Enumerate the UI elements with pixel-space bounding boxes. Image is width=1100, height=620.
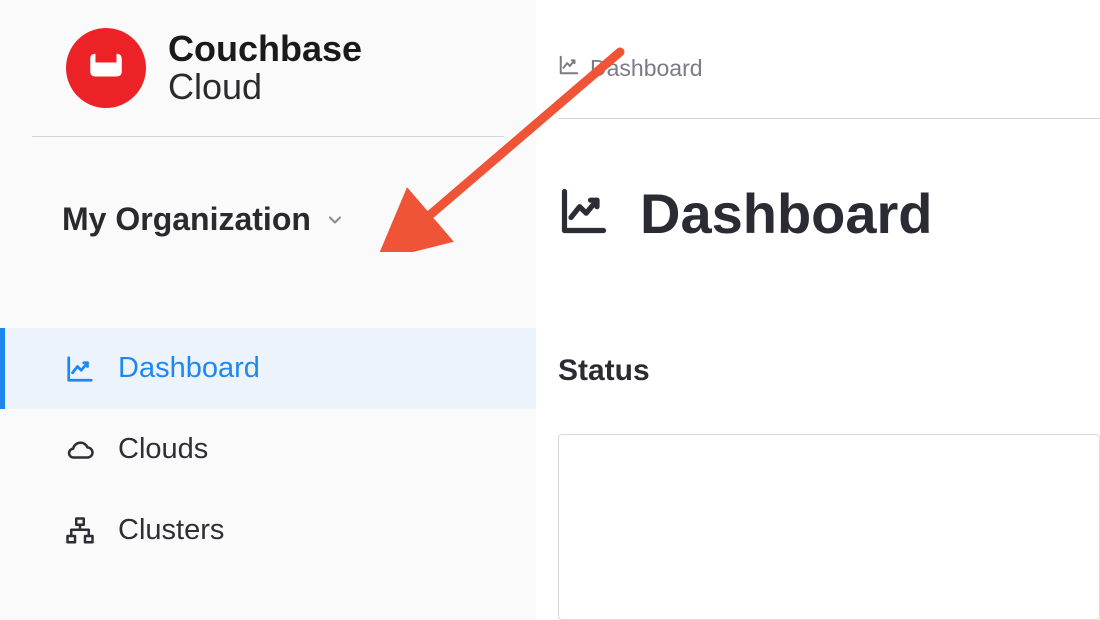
organization-label: My Organization: [62, 201, 311, 238]
page-title: Dashboard: [640, 181, 933, 246]
status-panel: [558, 434, 1100, 620]
brand-subtitle: Cloud: [168, 68, 362, 106]
main-content: Dashboard Dashboard Status: [536, 0, 1100, 620]
chart-line-icon: [558, 185, 610, 242]
cluster-icon: [64, 515, 96, 547]
breadcrumb-label: Dashboard: [590, 55, 703, 82]
status-heading: Status: [536, 246, 1100, 388]
breadcrumb[interactable]: Dashboard: [536, 0, 1100, 118]
nav-list: Dashboard Clouds Clusters: [0, 328, 536, 571]
page-header: Dashboard: [536, 119, 1100, 246]
brand-logo-area: Couchbase Cloud: [0, 0, 536, 136]
chart-line-icon: [64, 353, 96, 385]
nav-item-label: Clouds: [118, 433, 208, 466]
organization-selector[interactable]: My Organization: [0, 137, 536, 328]
cloud-icon: [64, 434, 96, 466]
brand-text: Couchbase Cloud: [168, 30, 362, 106]
nav-item-clouds[interactable]: Clouds: [0, 409, 536, 490]
sidebar: Couchbase Cloud My Organization Dashboar…: [0, 0, 536, 620]
brand-title: Couchbase: [168, 30, 362, 68]
chart-line-icon: [558, 54, 580, 82]
nav-item-label: Clusters: [118, 514, 224, 547]
brand-logo-circle: [66, 28, 146, 108]
nav-item-label: Dashboard: [118, 352, 260, 385]
chevron-down-icon: [325, 210, 345, 230]
couchbase-logo-icon: [85, 45, 127, 92]
nav-item-clusters[interactable]: Clusters: [0, 490, 536, 571]
nav-item-dashboard[interactable]: Dashboard: [0, 328, 536, 409]
